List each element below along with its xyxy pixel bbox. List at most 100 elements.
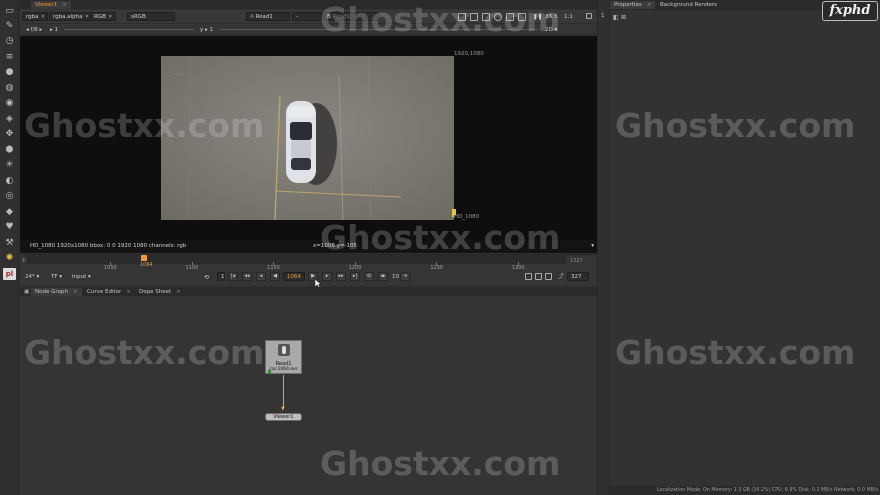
close-icon[interactable]: × [176,289,181,295]
keyer-icon[interactable]: ◉ [3,97,16,109]
alpha-dropdown[interactable]: rgba.alpha ▾ [49,12,93,21]
tab-viewer-label: Viewer1 [35,2,58,8]
views-icon[interactable]: ◎ [3,190,16,202]
channels-value: rgba [26,14,39,20]
viewer-node[interactable]: Viewer1 [265,413,302,421]
pane-divider[interactable]: 1 [597,0,610,495]
playhead[interactable] [141,255,147,261]
mode-dropdown[interactable]: Input ▾ [68,272,95,281]
tab-curve-editor[interactable]: Curve Editor × [83,288,135,296]
gain-slider[interactable] [64,29,194,30]
lut-dropdown[interactable]: sRGB [127,12,175,21]
chevron-down-icon: ▾ [108,14,112,20]
overlay-icon[interactable] [482,13,490,21]
viewer-controls-row2: ◂ f/8 ▸ ▸ 1 y ▸ 1 2D ▾ [20,24,597,35]
lock-icon[interactable] [518,13,526,21]
last-frame-button[interactable]: ▸| [350,272,360,281]
play-backward-button[interactable]: ◀ [270,272,280,281]
clear-panels-icon[interactable]: ◧ [613,14,619,21]
proxy-dropdown[interactable]: 1:1 [560,12,577,21]
close-icon[interactable]: × [73,289,78,295]
3d-icon[interactable]: ⬢ [3,144,16,156]
playhead-frame: 1064 [140,262,153,268]
tf-dropdown[interactable]: TF ▾ [47,272,66,281]
timeline-tick-label: 1100 [185,265,199,271]
viewer-image [161,56,454,220]
tab-background-renders[interactable]: Background Renders [656,1,721,9]
input-a-dropdown[interactable]: A Read1 [246,12,290,21]
colorspace-dropdown[interactable]: RGB ▾ [90,12,116,21]
float-panel-icon[interactable] [586,13,592,19]
tab-properties[interactable]: Properties × [610,1,656,9]
input-mode-dropdown[interactable]: - [292,12,322,21]
color-icon[interactable]: ● [3,66,16,78]
furnace-icon[interactable]: ✺ [3,252,16,264]
plugin-icon[interactable]: pl [3,268,16,280]
image-nodes-icon[interactable]: ▭ [3,5,16,17]
flipbook-icon[interactable] [525,273,532,280]
prev-keyframe-button[interactable]: ◂◂ [242,272,252,281]
tab-dope-sheet[interactable]: Dope Sheet × [135,288,185,296]
zoom-dropdown[interactable]: 33.3 [541,12,561,21]
gain-field[interactable]: ▸ 1 [46,25,62,34]
out-field[interactable]: 327 [567,272,589,281]
tab-viewer[interactable]: Viewer1 × [31,1,71,9]
tab-properties-label: Properties [614,2,642,8]
snapshot-icon[interactable] [506,13,514,21]
clip-icon[interactable] [470,13,478,21]
in-field[interactable]: 1 [217,272,225,281]
mask-icon[interactable] [494,13,502,21]
read-node[interactable]: Read1 car.1064.exr [265,340,302,374]
loop-icon[interactable]: ⟲ [200,272,213,281]
format-info: HD_1080 1920x1080 bbox: 0 0 1920 1080 ch… [30,243,187,249]
draw-icon[interactable]: ✎ [3,20,16,32]
particles-icon[interactable]: ✳ [3,159,16,171]
close-panels-icon[interactable]: ⊠ [621,14,626,21]
gamma-slider[interactable] [220,29,538,30]
toolbar: ▭ ✎ ◷ ≡ ● ◍ ◉ ◈ ✥ ⬢ ✳ ◐ ◎ ◆ ♥ ⚒ ✺ pl [0,0,19,495]
bounce-button[interactable]: ⇥ [400,272,410,281]
monitor-icon[interactable] [535,273,542,280]
node-graph-canvas[interactable] [20,296,597,495]
info-expand-icon[interactable]: ▾ [591,240,594,253]
timeline-tick-label: 1200 [348,265,362,271]
fstop-field[interactable]: ◂ f/8 ▸ [22,25,46,34]
mode-value: Input [72,274,87,280]
prev-frame-button[interactable]: ◂ [256,272,266,281]
gamma-field[interactable]: y ▸ 1 [196,25,217,34]
view-mode-dropdown[interactable]: 2D ▾ [541,25,561,34]
metadata-icon[interactable]: ◆ [3,206,16,218]
other-icon[interactable]: ⚒ [3,237,16,249]
close-icon[interactable]: × [647,2,652,8]
first-frame-button[interactable]: |◂ [228,272,238,281]
transform-icon[interactable]: ✥ [3,128,16,140]
increment-button[interactable]: ◂▸ [378,272,388,281]
toolsets-icon[interactable]: ♥ [3,221,16,233]
fps-dropdown[interactable]: 24* ▾ [21,272,43,281]
export-icon[interactable]: ⤴ [554,272,568,281]
close-icon[interactable]: × [126,289,131,295]
merge-icon[interactable]: ◈ [3,113,16,125]
alpha-value: rgba.alpha [53,14,83,20]
filter-icon[interactable]: ◍ [3,82,16,94]
next-keyframe-button[interactable]: ▸▸ [336,272,346,281]
frame-field[interactable]: 1064 [283,272,305,281]
close-icon[interactable]: × [62,2,67,8]
lock-range-icon[interactable] [545,273,552,280]
input-b-dropdown[interactable]: B Read1 [323,12,379,21]
timeline-track[interactable] [26,255,566,264]
max-panels-field[interactable]: 1 [601,13,605,19]
channel-icon[interactable]: ≡ [3,51,16,63]
channels-dropdown[interactable]: rgba ▾ [22,12,49,21]
deep-icon[interactable]: ◐ [3,175,16,187]
tf-value: TF [51,274,58,280]
time-icon[interactable]: ◷ [3,35,16,47]
roi-icon[interactable] [458,13,466,21]
next-frame-button[interactable]: ▸ [322,272,332,281]
input-a-value: Read1 [255,14,273,20]
format-marker [452,209,456,215]
timeline-tick-label: 1150 [267,265,280,271]
stop-button[interactable]: ⊘ [364,272,374,281]
timeline-tick-label: 1050 [103,265,117,271]
tab-node-graph[interactable]: Node Graph × [31,288,82,296]
